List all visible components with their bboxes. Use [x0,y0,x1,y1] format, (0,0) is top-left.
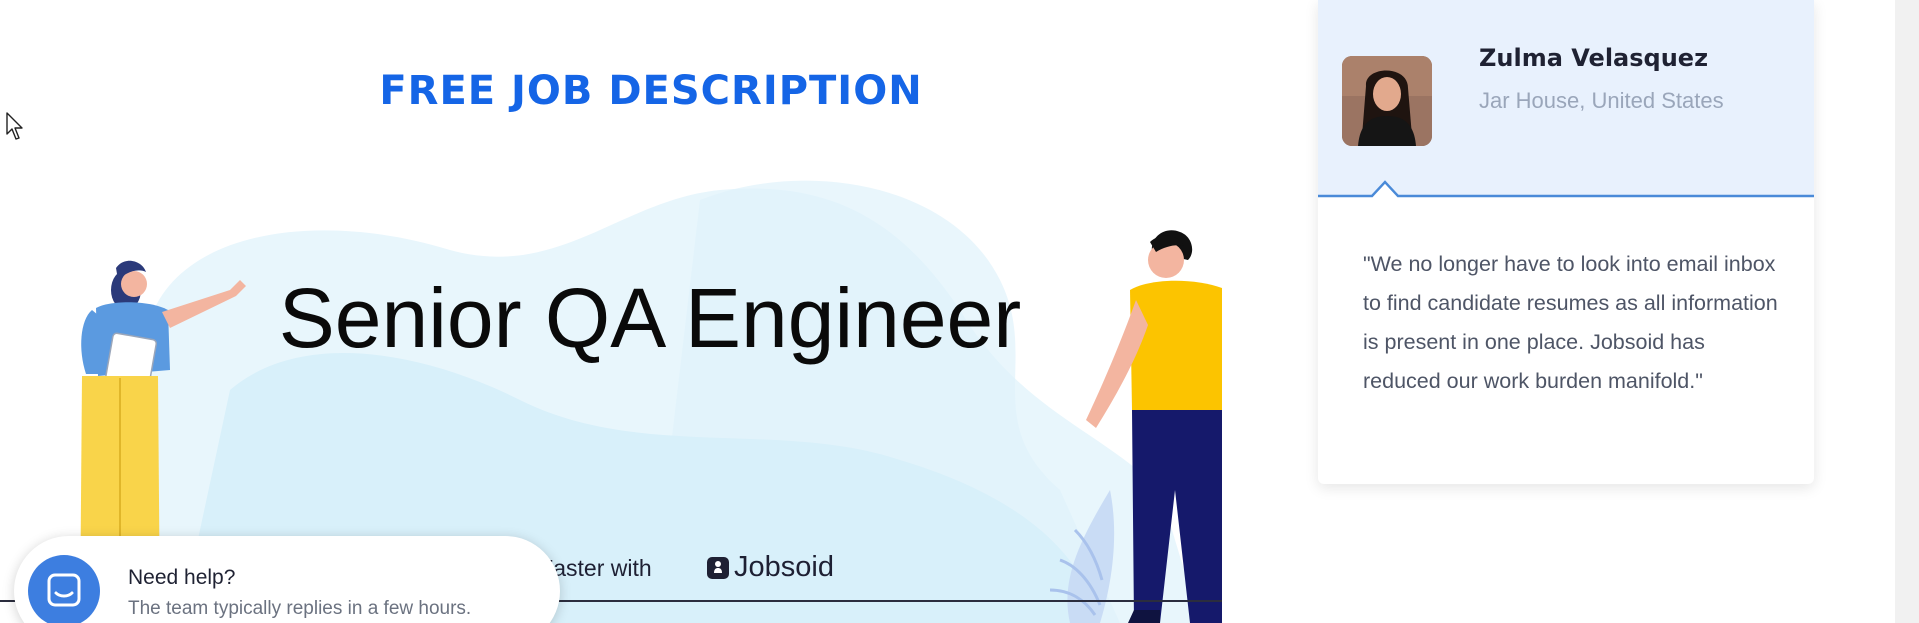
testimonial-location: Jar House, United States [1479,88,1724,113]
testimonial-card: Zulma Velasquez Jar House, United States… [1318,0,1814,484]
chat-bubble-icon [47,573,81,607]
card-divider-notch [1318,178,1814,200]
page: FREE JOB DESCRIPTION Senior QA Engineer … [0,0,1919,623]
brand-name: Jobsoid [734,551,834,583]
testimonial-name: Zulma Velasquez [1479,44,1709,72]
help-title: Need help? [128,566,236,589]
cursor-icon [6,112,23,140]
job-title: Senior QA Engineer [278,271,1022,365]
page-heading: FREE JOB DESCRIPTION [379,68,923,114]
jobsoid-brand: Jobsoid [706,551,834,584]
jobsoid-logo-icon [707,556,729,579]
page-scrollbar[interactable] [1895,0,1919,623]
testimonial-header: Zulma Velasquez Jar House, United States [1318,0,1814,200]
avatar [1342,56,1432,146]
help-chat-widget[interactable]: Need help? The team typically replies in… [14,536,560,623]
avatar-image [1342,56,1432,146]
testimonial-quote: "We no longer have to look into email in… [1363,252,1778,393]
help-subtitle: The team typically replies in a few hour… [128,598,472,619]
chat-launcher-button[interactable] [28,555,100,623]
